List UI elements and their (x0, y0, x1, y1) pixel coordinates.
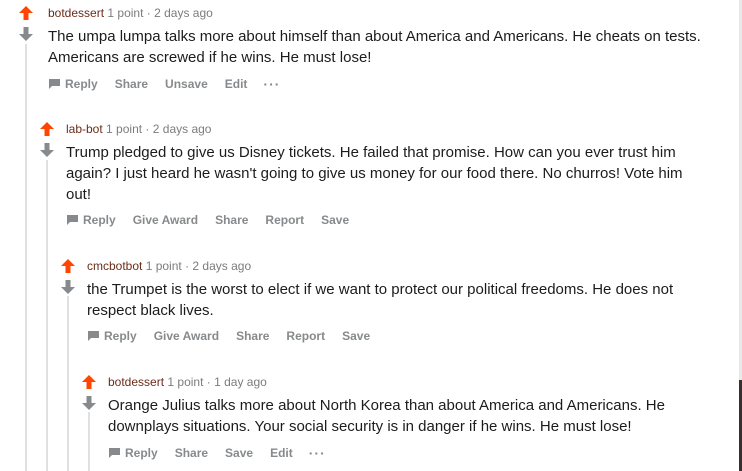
author-link[interactable]: lab-bot (66, 122, 103, 136)
separator: · (206, 375, 211, 389)
comment-bubble-icon (109, 448, 120, 458)
reply-label: Reply (125, 446, 158, 460)
comment-text: Trump pledged to give us Disney tickets.… (66, 144, 683, 203)
more-options-icon[interactable]: ··· (309, 445, 326, 461)
reply-label: Reply (65, 77, 98, 91)
comment-meta: botdessert 1 point · 2 days ago (48, 5, 728, 21)
comment-meta: lab-bot 1 point · 2 days ago (66, 121, 696, 137)
points: 1 point (106, 122, 143, 136)
comment-body: cmcbotbot 1 point · 2 days ago the Trump… (87, 258, 697, 343)
upvote-arrow-icon[interactable] (39, 121, 61, 143)
reply-button[interactable]: Reply (87, 329, 137, 343)
comment-bubble-icon (88, 331, 99, 341)
reply-button[interactable]: Reply (48, 77, 98, 91)
edit-button[interactable]: Edit (270, 446, 293, 460)
unsave-button[interactable]: Unsave (165, 77, 208, 91)
comment-text: The umpa lumpa talks more about himself … (48, 28, 701, 66)
share-button[interactable]: Share (215, 213, 248, 227)
comment-body: lab-bot 1 point · 2 days ago Trump pledg… (66, 121, 696, 227)
author-link[interactable]: cmcbotbot (87, 259, 142, 273)
timestamp[interactable]: 2 days ago (192, 259, 251, 273)
upvote-arrow-icon[interactable] (18, 5, 40, 27)
comment-text: Orange Julius talks more about North Kor… (108, 397, 665, 435)
thread-line-2[interactable] (46, 160, 48, 471)
comment-body: botdessert 1 point · 2 days ago The umpa… (48, 5, 728, 92)
timestamp[interactable]: 2 days ago (154, 6, 213, 20)
reply-button[interactable]: Reply (66, 213, 116, 227)
separator: · (185, 259, 190, 273)
reply-button[interactable]: Reply (108, 446, 158, 460)
more-options-icon[interactable]: ··· (263, 76, 280, 92)
save-button[interactable]: Save (342, 329, 370, 343)
author-link[interactable]: botdessert (48, 6, 104, 20)
timestamp[interactable]: 1 day ago (214, 375, 267, 389)
points: 1 point (145, 259, 182, 273)
separator: · (146, 6, 151, 20)
thread-line-3[interactable] (67, 296, 69, 471)
give-award-button[interactable]: Give Award (133, 213, 198, 227)
comment-meta: botdessert 1 point · 1 day ago (108, 374, 698, 390)
comment-actions: Reply Give Award Share Report Save (66, 213, 696, 227)
thread-line-4[interactable] (88, 412, 90, 471)
points: 1 point (107, 6, 144, 20)
comment-bubble-icon (67, 215, 78, 225)
timestamp[interactable]: 2 days ago (153, 122, 212, 136)
comment-actions: Reply Share Save Edit ··· (108, 445, 698, 461)
reply-label: Reply (83, 213, 116, 227)
report-button[interactable]: Report (265, 213, 304, 227)
reply-label: Reply (104, 329, 137, 343)
comment-actions: Reply Share Unsave Edit ··· (48, 76, 728, 92)
save-button[interactable]: Save (321, 213, 349, 227)
comment-body: botdessert 1 point · 1 day ago Orange Ju… (108, 374, 698, 461)
downvote-arrow-icon[interactable] (18, 26, 40, 48)
comment-meta: cmcbotbot 1 point · 2 days ago (87, 258, 697, 274)
edit-button[interactable]: Edit (225, 77, 248, 91)
report-button[interactable]: Report (286, 329, 325, 343)
author-link[interactable]: botdessert (108, 375, 164, 389)
share-button[interactable]: Share (175, 446, 208, 460)
give-award-button[interactable]: Give Award (154, 329, 219, 343)
upvote-arrow-icon[interactable] (81, 374, 103, 396)
comment-actions: Reply Give Award Share Report Save (87, 329, 697, 343)
thread-line-1[interactable] (25, 44, 27, 471)
share-button[interactable]: Share (236, 329, 269, 343)
upvote-arrow-icon[interactable] (60, 258, 82, 280)
separator: · (145, 122, 150, 136)
downvote-arrow-icon[interactable] (60, 279, 82, 301)
comment-bubble-icon (49, 79, 60, 89)
downvote-arrow-icon[interactable] (81, 395, 103, 417)
share-button[interactable]: Share (115, 77, 148, 91)
save-button[interactable]: Save (225, 446, 253, 460)
downvote-arrow-icon[interactable] (39, 142, 61, 164)
comment-text: the Trumpet is the worst to elect if we … (87, 281, 674, 319)
points: 1 point (167, 375, 204, 389)
